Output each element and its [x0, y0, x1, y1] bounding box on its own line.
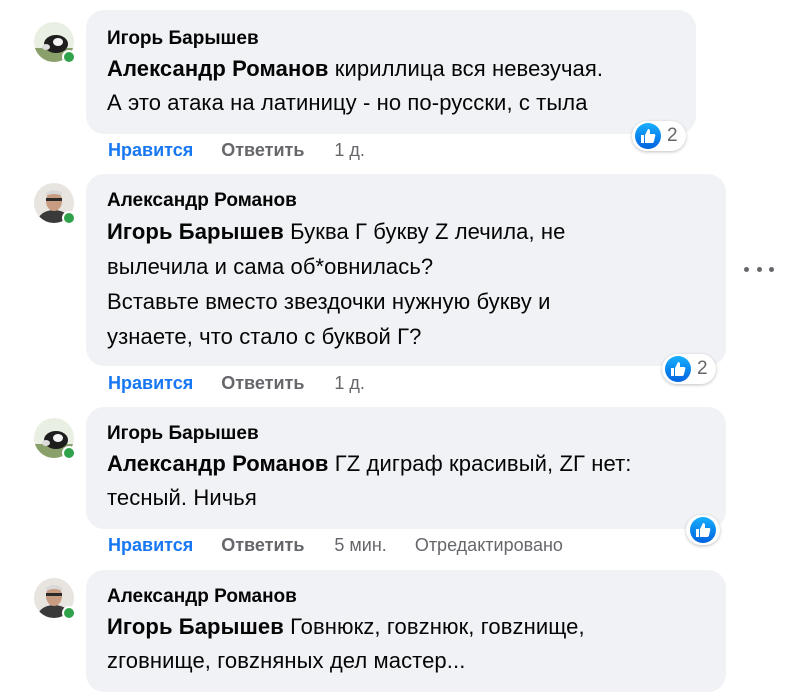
like-reaction-icon	[690, 517, 716, 543]
comment-line: Говнюкz, говzнюк, говzнище,	[290, 614, 585, 639]
online-indicator	[62, 211, 76, 225]
edited-label[interactable]: Отредактировано	[415, 535, 563, 556]
comment-author[interactable]: Игорь Барышев	[107, 26, 676, 52]
avatar-igor[interactable]	[34, 418, 76, 460]
like-reaction-icon	[635, 123, 661, 149]
mention-link[interactable]: Александр Романов	[107, 451, 329, 476]
reaction-summary[interactable]: 2	[662, 354, 716, 384]
comment-line: ГZ диграф красивый, ZГ нет:	[334, 451, 632, 476]
like-button[interactable]: Нравится	[108, 535, 193, 556]
comment-author[interactable]: Александр Романов	[107, 188, 706, 214]
comment-line: Буква Г букву Z лечила, не	[290, 219, 566, 244]
comment-bubble: Игорь Барышев Александр Романов ГZ дигра…	[86, 407, 726, 529]
online-indicator	[62, 446, 76, 460]
comment-line: zговнище, говzняных дел мастер...	[107, 648, 466, 673]
mention-link[interactable]: Игорь Барышев	[107, 614, 284, 639]
comment-actions: Нравится Ответить 5 мин. Отредактировано	[108, 535, 563, 556]
timestamp[interactable]: 5 мин.	[334, 535, 386, 556]
comment-actions: Нравится Ответить 1 д.	[108, 140, 365, 161]
timestamp[interactable]: 1 д.	[334, 140, 365, 161]
comment-line: кириллица вся невезучая.	[334, 56, 604, 81]
comment-text: Игорь Барышев Буква Г букву Z лечила, не…	[107, 214, 706, 354]
avatar-alexander[interactable]	[34, 578, 76, 620]
timestamp[interactable]: 1 д.	[334, 373, 365, 394]
comment-line: вылечила и сама об*овнилась?	[107, 254, 434, 279]
avatar-alexander[interactable]	[34, 183, 76, 225]
comment-text: Александр Романов кириллица вся невезуча…	[107, 52, 676, 120]
reaction-summary[interactable]: 2	[632, 121, 686, 151]
reply-button[interactable]: Ответить	[221, 140, 304, 161]
comment-line: А это атака на латиницу - но по-русски, …	[107, 90, 588, 115]
reply-button[interactable]: Ответить	[221, 535, 304, 556]
comment-bubble: Александр Романов Игорь Барышев Буква Г …	[86, 174, 726, 366]
comment-author[interactable]: Александр Романов	[107, 584, 706, 610]
more-options-icon[interactable]	[744, 263, 774, 275]
comment-text: Игорь Барышев Говнюкz, говzнюк, говzнище…	[107, 610, 706, 678]
online-indicator	[62, 606, 76, 620]
comment-line: тесный. Ничья	[107, 485, 257, 510]
reply-button[interactable]: Ответить	[221, 373, 304, 394]
reaction-summary[interactable]	[686, 515, 720, 545]
comment-actions: Нравится Ответить 1 д.	[108, 373, 365, 394]
reaction-count: 2	[667, 125, 678, 146]
online-indicator	[62, 50, 76, 64]
comment-bubble: Александр Романов Игорь Барышев Говнюкz,…	[86, 570, 726, 692]
mention-link[interactable]: Игорь Барышев	[107, 219, 284, 244]
comment-line: Вставьте вместо звездочки нужную букву и	[107, 289, 551, 314]
like-button[interactable]: Нравится	[108, 373, 193, 394]
avatar-igor[interactable]	[34, 22, 76, 64]
comment-text: Александр Романов ГZ диграф красивый, ZГ…	[107, 447, 706, 515]
like-button[interactable]: Нравится	[108, 140, 193, 161]
comment-line: узнаете, что стало с буквой Г?	[107, 324, 422, 349]
mention-link[interactable]: Александр Романов	[107, 56, 329, 81]
reaction-count: 2	[697, 358, 708, 379]
comment-bubble: Игорь Барышев Александр Романов кириллиц…	[86, 10, 696, 134]
like-reaction-icon	[665, 356, 691, 382]
comment-author[interactable]: Игорь Барышев	[107, 421, 706, 447]
